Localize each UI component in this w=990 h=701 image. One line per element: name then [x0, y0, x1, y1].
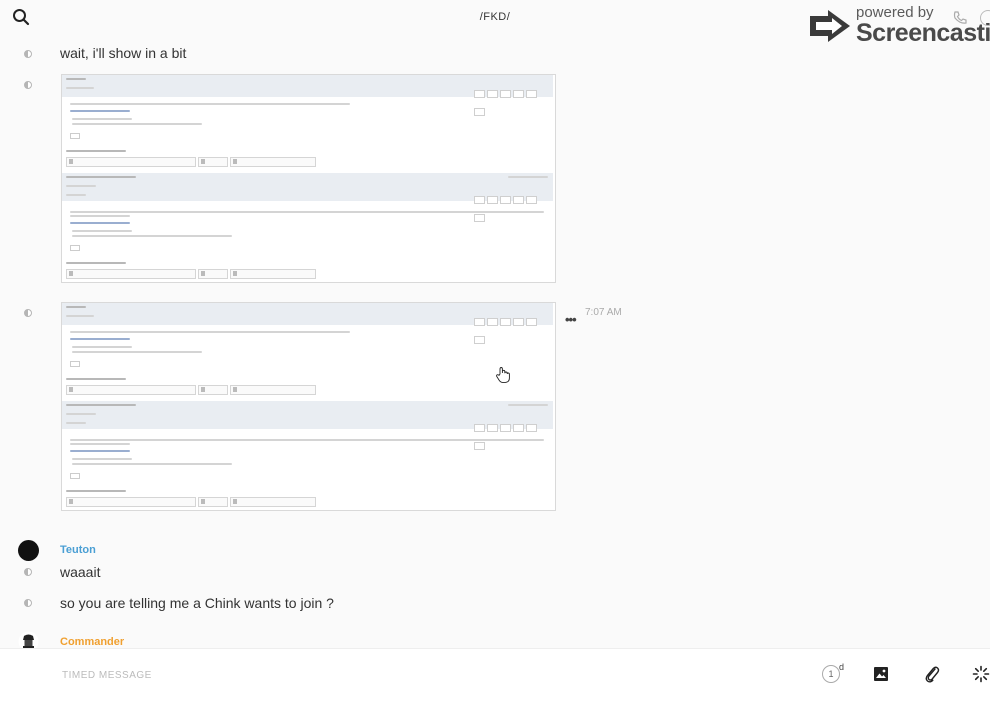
message-text: waaait [60, 564, 101, 580]
hand-cursor-icon [496, 367, 510, 383]
message-feed: wait, i'll show in a bit ••• 7:07 AM Teu… [0, 34, 990, 648]
timer-icon[interactable]: 1 [822, 665, 840, 683]
embedded-email-screenshot[interactable] [61, 302, 556, 511]
email-header [62, 75, 553, 116]
loader-icon[interactable] [972, 665, 990, 683]
message-input[interactable] [60, 663, 764, 687]
message-composer: 1 d [0, 648, 990, 701]
paperclip-icon[interactable] [924, 665, 940, 683]
avatar[interactable] [18, 631, 39, 648]
email-header [62, 401, 553, 450]
read-status-icon [24, 568, 32, 576]
phone-icon[interactable] [952, 10, 968, 26]
more-horizontal-icon[interactable]: ••• [565, 312, 577, 327]
email-header [62, 173, 553, 222]
read-status-icon [24, 81, 32, 89]
avatar[interactable] [18, 540, 39, 561]
message-text: wait, i'll show in a bit [60, 45, 187, 61]
email-header [62, 303, 553, 344]
read-status-icon [24, 50, 32, 58]
image-icon[interactable] [873, 666, 889, 682]
message-author[interactable]: Teuton [60, 544, 96, 556]
message-author[interactable]: Commander [60, 636, 124, 648]
read-status-icon [24, 309, 32, 317]
embedded-email-screenshot[interactable] [61, 74, 556, 283]
timer-unit: d [839, 662, 845, 672]
timer-value: 1 [828, 669, 834, 679]
read-status-icon [24, 599, 32, 607]
message-timestamp: 7:07 AM [585, 307, 622, 318]
message-text: so you are telling me a Chink wants to j… [60, 595, 334, 611]
info-icon[interactable] [980, 10, 990, 26]
